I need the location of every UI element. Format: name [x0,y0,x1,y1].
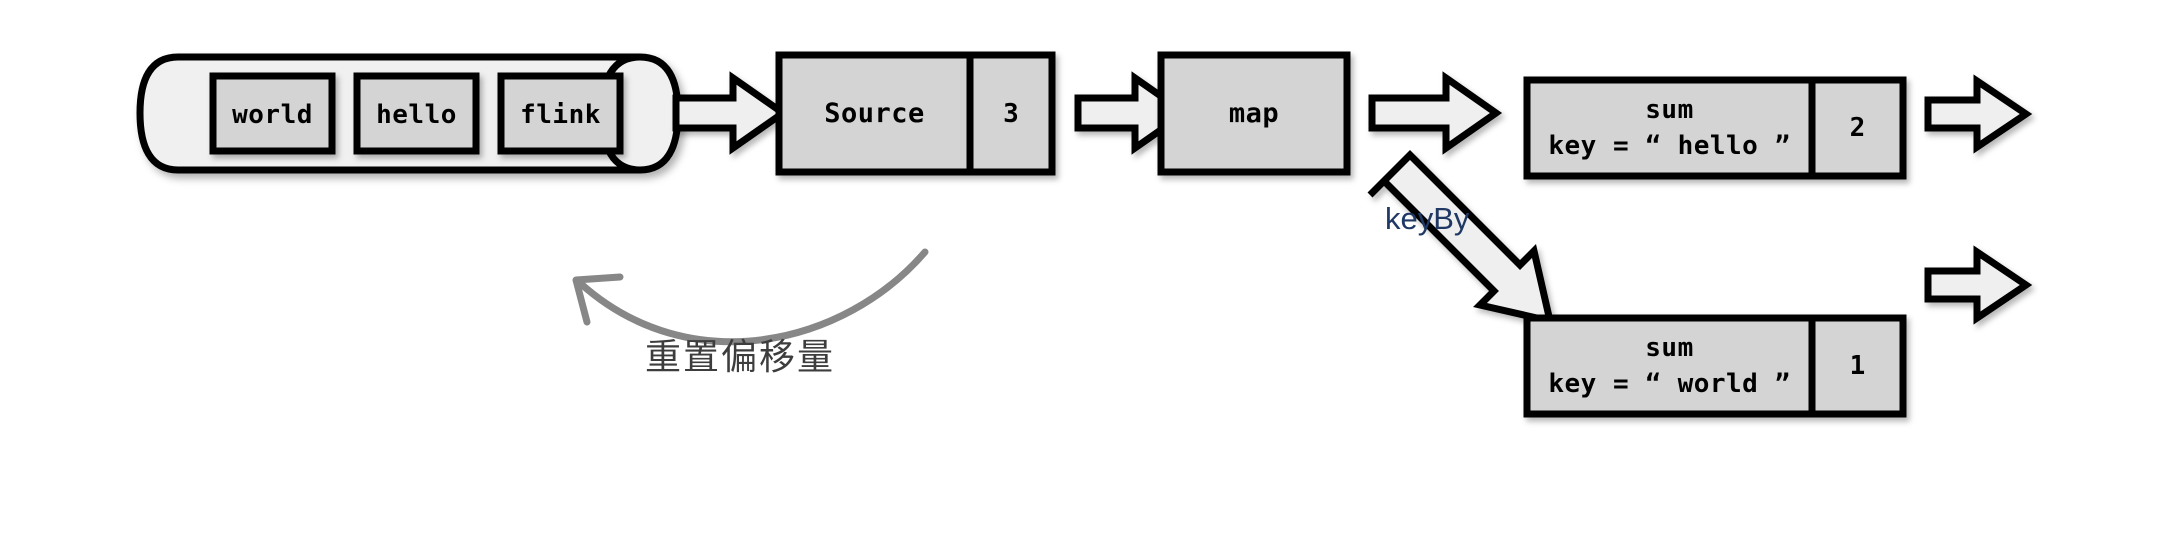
operator-count-source: 3 [1003,99,1019,129]
token-label-hello: hello [376,100,457,130]
diagram-shapes-layer [136,51,2033,418]
token-label-world: world [232,100,313,130]
arrow-map-to-sum-hello [1368,71,1503,155]
keyby-label: keyBy [1385,201,1470,236]
arrow-output-hello [1924,74,2033,154]
sum-hello-line1: sum [1645,95,1694,125]
sum-hello-line2: key = “ hello ” [1548,131,1791,161]
sum-world-line1: sum [1645,333,1694,363]
feedback-arrow-reset-offset [572,248,929,346]
sum-world-line2: key = “ world ” [1548,369,1791,399]
arrow-map-to-sum-world [1367,150,1555,326]
operator-label-map: map [1228,98,1280,129]
feedback-label-reset-offset: 重置偏移量 [644,337,835,378]
sum-world-count: 1 [1849,351,1866,381]
diagram-canvas: world hello flink Source 3 map keyBy sum… [0,0,2177,556]
operator-label-source: Source [824,98,925,129]
token-label-flink: flink [520,100,601,130]
sum-hello-count: 2 [1849,113,1866,143]
arrow-queue-to-source [672,71,790,155]
arrow-output-world [1924,245,2033,325]
